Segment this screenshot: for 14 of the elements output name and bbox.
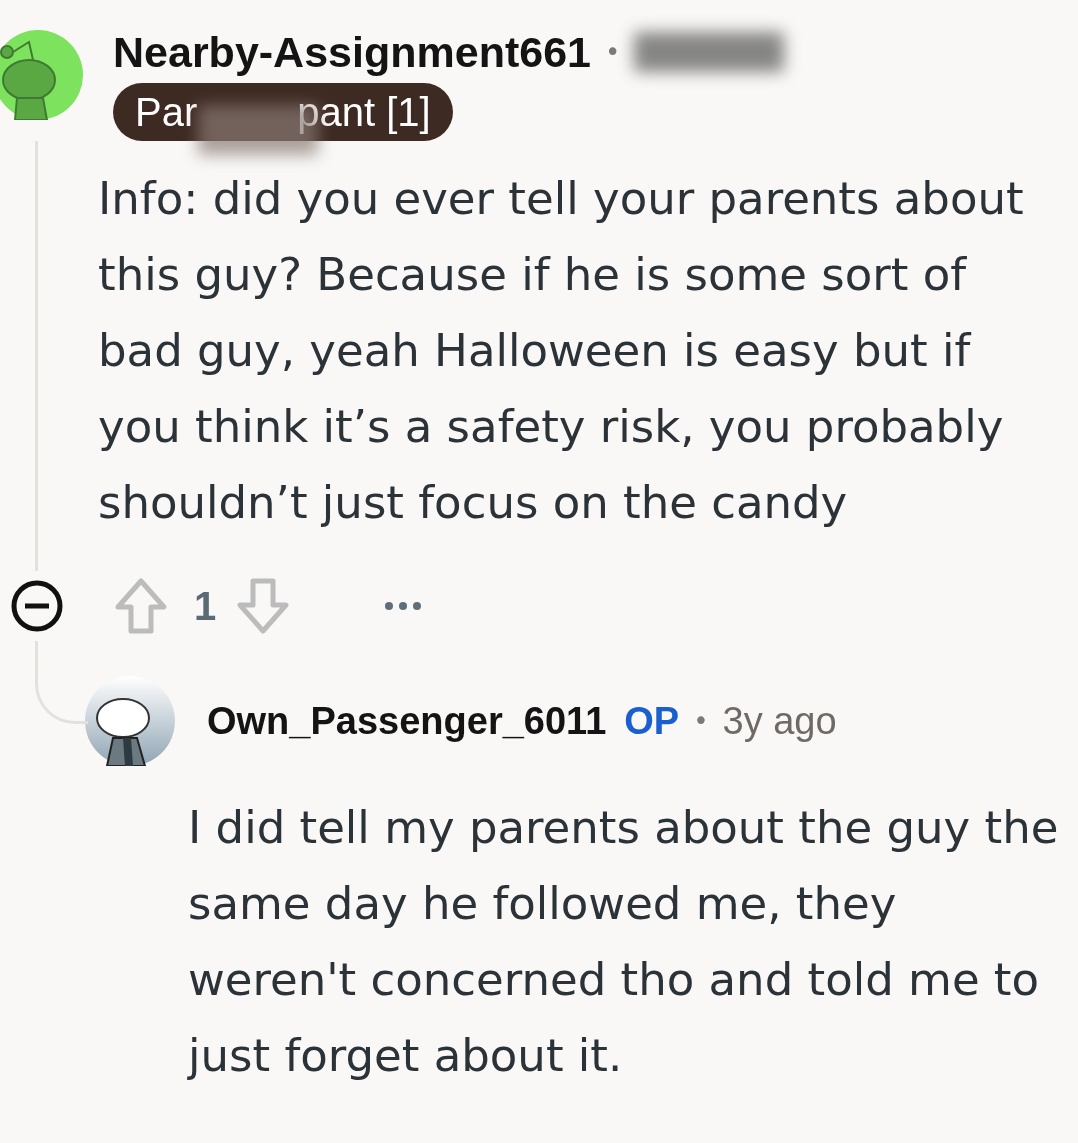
collapse-icon[interactable] — [10, 579, 64, 633]
username[interactable]: Nearby-Assignment661 — [113, 27, 591, 77]
flair-text: Par — [135, 89, 198, 135]
comment-text: Info: did you ever tell your parents about this guy? Because if he is some sort of bad guy, yeah Halloween is easy but if you think it’s a safety risk, you probably shouldn’t just focus on the candy — [98, 171, 1025, 531]
timestamp: 3y ago — [722, 699, 837, 743]
flair-text: pant [1] — [297, 89, 431, 135]
comment-text: I did tell my parents about the guy the same day he followed me, they weren't concerned tho and told me to just forget about it. — [188, 800, 1060, 1084]
op-label: OP — [624, 699, 680, 743]
vote-count: 1 — [194, 583, 217, 629]
more-options-icon[interactable] — [384, 601, 423, 611]
avatar[interactable] — [85, 676, 175, 766]
username[interactable]: Own_Passenger_6011 — [207, 699, 607, 743]
separator-dot: • — [693, 706, 709, 736]
separator-dot: • — [604, 37, 621, 67]
